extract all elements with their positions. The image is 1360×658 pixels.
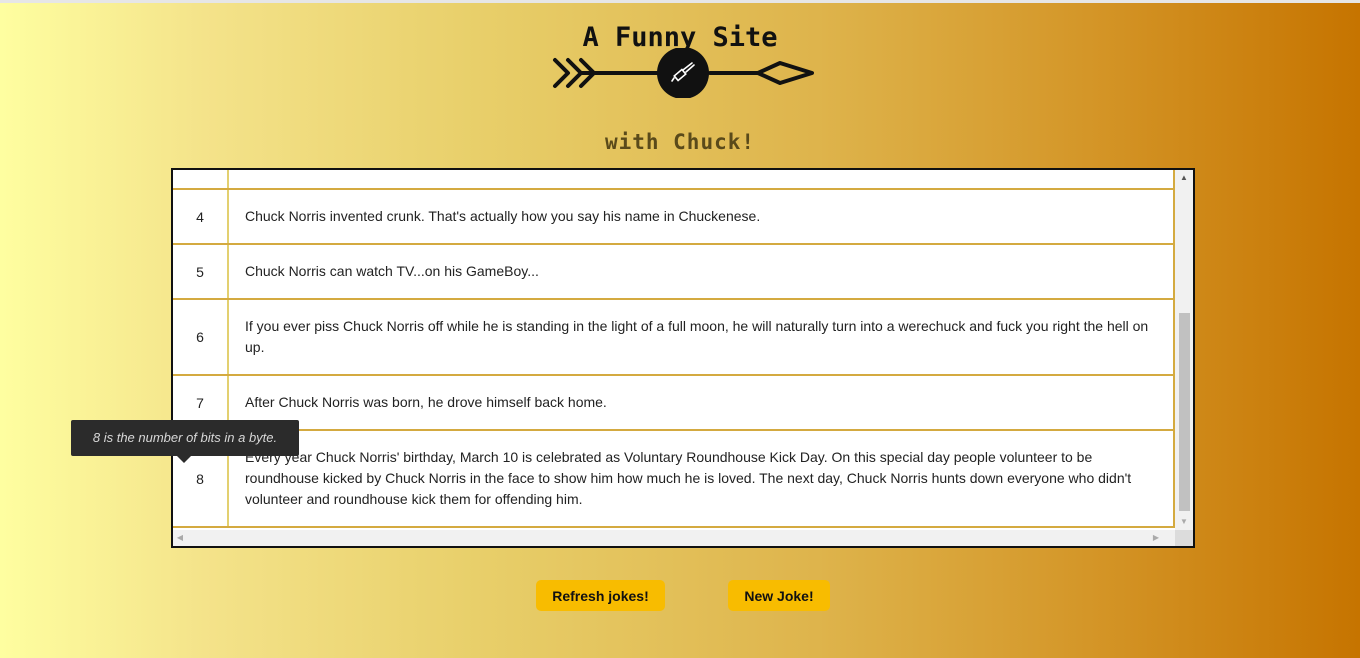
tooltip-arrow	[177, 456, 191, 463]
table-row: 6 If you ever piss Chuck Norris off whil…	[173, 300, 1177, 376]
horizontal-scrollbar[interactable]: ◀ ▶	[173, 530, 1175, 546]
joke-text	[229, 170, 1177, 188]
joke-id: 4	[173, 190, 229, 243]
joke-id: 6	[173, 300, 229, 374]
scroll-down-arrow-icon[interactable]: ▼	[1175, 514, 1193, 530]
table-row	[173, 170, 1177, 190]
arrow-with-chainsaw-icon	[553, 48, 814, 98]
joke-id: 5	[173, 245, 229, 298]
new-joke-button[interactable]: New Joke!	[728, 580, 830, 611]
jokes-table[interactable]: 4 Chuck Norris invented crunk. That's ac…	[171, 168, 1195, 548]
joke-text: If you ever piss Chuck Norris off while …	[245, 318, 1149, 355]
joke-id	[173, 170, 229, 188]
jokes-table-viewport: 4 Chuck Norris invented crunk. That's ac…	[173, 170, 1177, 530]
scrollbar-corner	[1175, 530, 1193, 546]
joke-text: Chuck Norris can watch TV...on his GameB…	[245, 263, 539, 279]
scroll-right-arrow-icon[interactable]: ▶	[1149, 530, 1163, 546]
vertical-scrollbar[interactable]: ▲ ▼	[1175, 170, 1193, 530]
table-row: 8 Every year Chuck Norris' birthday, Mar…	[173, 431, 1177, 528]
refresh-jokes-button[interactable]: Refresh jokes!	[536, 580, 665, 611]
vertical-scroll-thumb[interactable]	[1179, 313, 1190, 511]
joke-text: Every year Chuck Norris' birthday, March…	[245, 449, 1132, 507]
site-subtitle: with Chuck!	[604, 130, 756, 154]
joke-text: Chuck Norris invented crunk. That's actu…	[245, 208, 761, 224]
scroll-up-arrow-icon[interactable]: ▲	[1175, 170, 1193, 186]
jokes-rows: 4 Chuck Norris invented crunk. That's ac…	[173, 170, 1177, 528]
joke-tooltip: 8 is the number of bits in a byte.	[71, 420, 299, 456]
browser-top-border	[0, 0, 1360, 3]
table-row: 4 Chuck Norris invented crunk. That's ac…	[173, 190, 1177, 245]
table-row: 5 Chuck Norris can watch TV...on his Gam…	[173, 245, 1177, 300]
scroll-left-arrow-icon[interactable]: ◀	[173, 530, 187, 546]
table-row: 7 After Chuck Norris was born, he drove …	[173, 376, 1177, 431]
joke-text: After Chuck Norris was born, he drove hi…	[245, 394, 607, 410]
